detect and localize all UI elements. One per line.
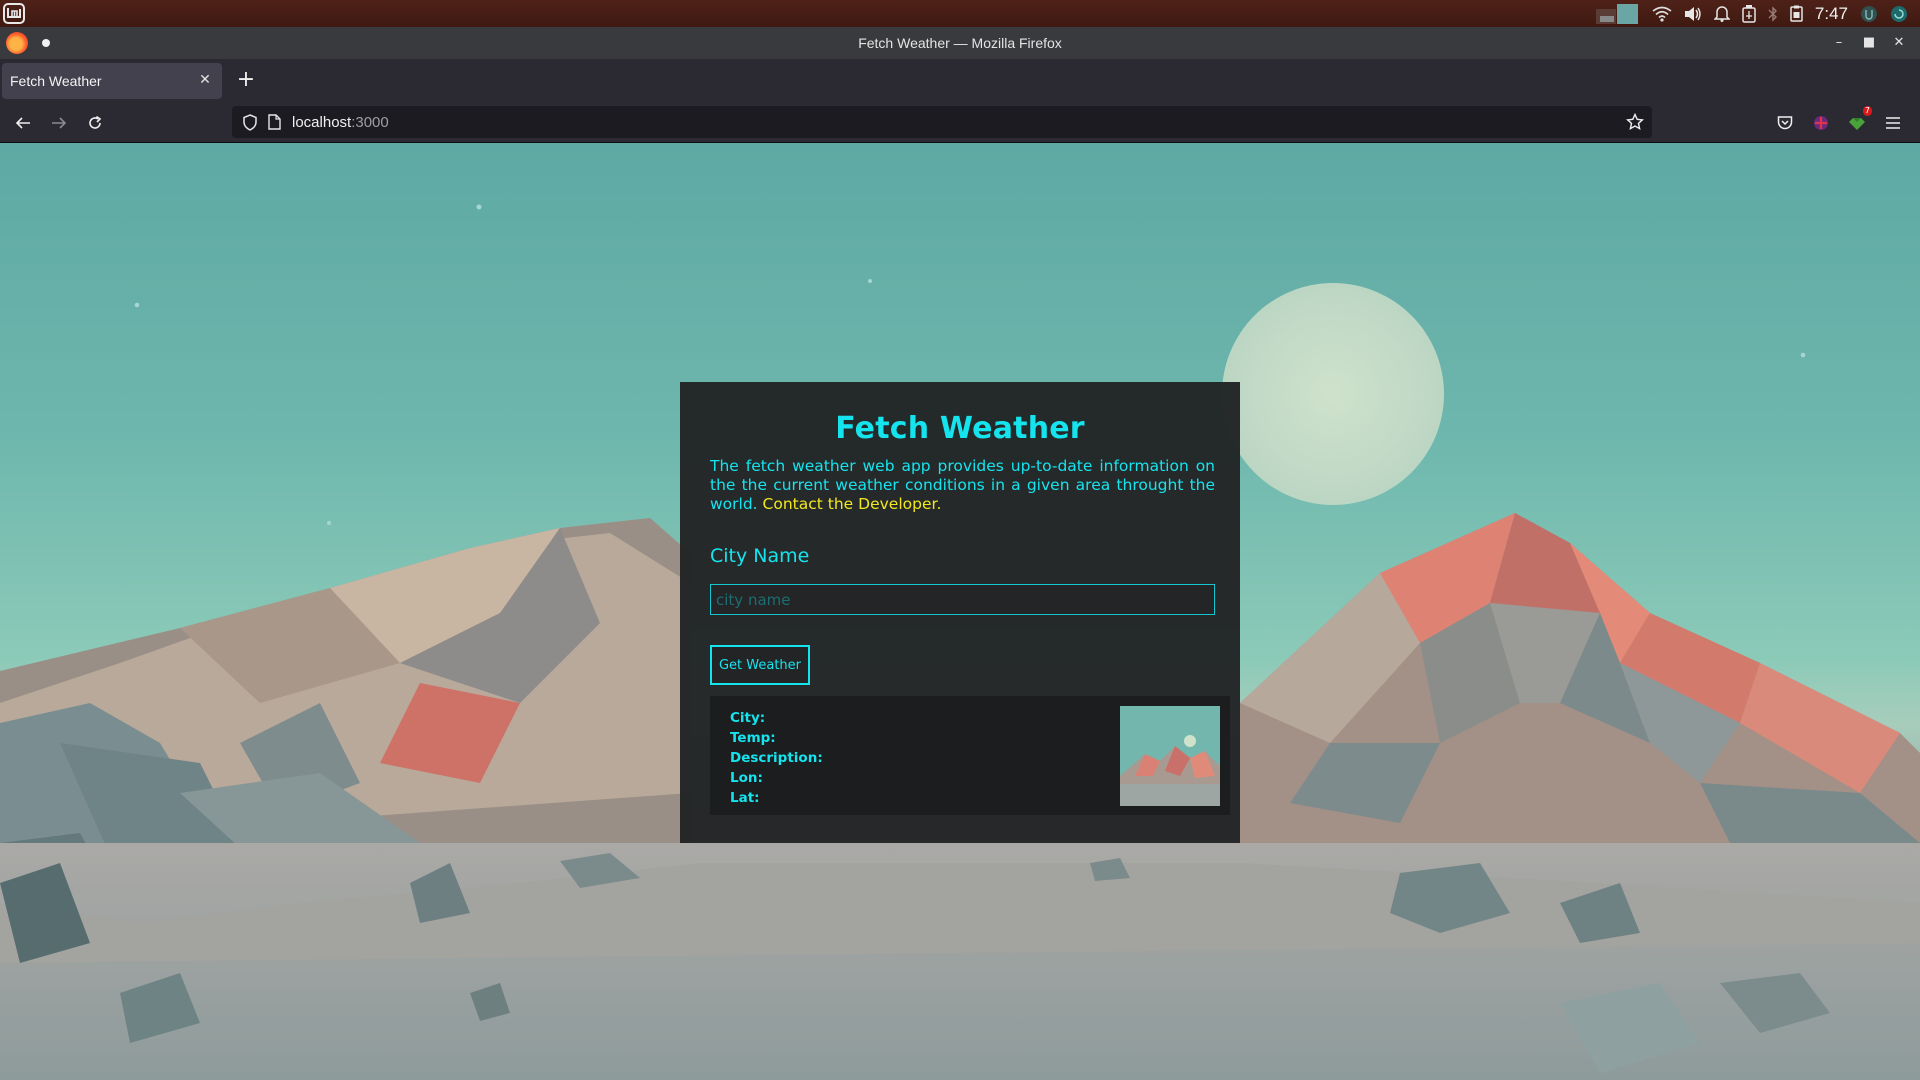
tracking-shield-icon[interactable] xyxy=(242,114,258,135)
bluetooth-icon[interactable] xyxy=(1768,5,1778,22)
tab-close-icon[interactable]: ✕ xyxy=(196,71,214,89)
volume-icon[interactable] xyxy=(1684,6,1702,22)
reload-icon xyxy=(89,115,102,129)
workspace-switcher[interactable] xyxy=(1595,3,1638,24)
wifi-icon[interactable] xyxy=(1652,6,1672,22)
forward-button[interactable] xyxy=(46,110,72,136)
extension-badge-count: 7 xyxy=(1862,106,1872,116)
update-icon[interactable] xyxy=(1860,5,1878,23)
result-description-label: Description: xyxy=(730,750,823,766)
url-text[interactable]: localhost:3000 xyxy=(292,114,389,131)
url-bar[interactable]: localhost:3000 xyxy=(232,106,1652,138)
result-lon-label: Lon: xyxy=(730,770,763,786)
mint-menu-icon[interactable] xyxy=(3,3,25,24)
page-viewport: Fetch Weather The fetch weather web app … xyxy=(0,143,1920,1080)
tab-title: Fetch Weather xyxy=(10,73,102,89)
pocket-icon[interactable] xyxy=(1772,110,1798,136)
back-arrow-icon xyxy=(15,117,30,129)
result-lat-label: Lat: xyxy=(730,790,760,806)
city-name-input[interactable] xyxy=(710,584,1215,615)
city-name-label: City Name xyxy=(710,545,810,567)
extension-vpn-icon[interactable] xyxy=(1808,110,1834,136)
back-button[interactable] xyxy=(10,110,36,136)
system-tray: 7:47 xyxy=(1595,0,1920,27)
tab-strip: Fetch Weather ✕ + xyxy=(0,59,1920,102)
reload-button[interactable] xyxy=(82,110,108,136)
extension-badge-icon[interactable]: 7 xyxy=(1844,106,1872,136)
weather-result-panel: City: Temp: Description: Lon: Lat: xyxy=(710,696,1230,815)
window-title: Fetch Weather — Mozilla Firefox xyxy=(858,35,1062,51)
weather-card: Fetch Weather The fetch weather web app … xyxy=(680,382,1240,843)
weather-thumbnail-image xyxy=(1120,706,1220,806)
close-icon[interactable]: ✕ xyxy=(1884,33,1914,53)
forward-arrow-icon xyxy=(52,117,67,129)
bookmark-star-icon[interactable] xyxy=(1625,112,1645,135)
page-info-icon[interactable] xyxy=(268,114,281,134)
window-controls: – ■ ✕ xyxy=(1824,33,1914,53)
clipboard-icon[interactable] xyxy=(1790,5,1803,22)
url-host: localhost xyxy=(292,114,352,131)
navigation-toolbar: localhost:3000 7 xyxy=(0,102,1920,143)
result-fields: City: Temp: Description: Lon: Lat: xyxy=(730,708,823,808)
battery-usb-icon[interactable] xyxy=(1742,4,1756,23)
extension-icons: 7 xyxy=(1762,106,1906,136)
result-city-label: City: xyxy=(730,710,766,726)
minimize-icon[interactable]: – xyxy=(1824,33,1854,53)
status-icon[interactable] xyxy=(1890,5,1908,23)
url-port: :3000 xyxy=(351,114,389,131)
system-panel: 7:47 xyxy=(0,0,1920,27)
bell-icon[interactable] xyxy=(1713,5,1730,22)
app-description: The fetch weather web app provides up-to… xyxy=(710,457,1215,514)
contact-developer-link[interactable]: Contact the Developer. xyxy=(763,495,942,513)
clock[interactable]: 7:47 xyxy=(1815,4,1848,24)
maximize-icon[interactable]: ■ xyxy=(1854,33,1884,53)
result-temp-label: Temp: xyxy=(730,730,776,746)
app-menu-icon[interactable] xyxy=(1880,110,1906,136)
window-titlebar: Fetch Weather — Mozilla Firefox – ■ ✕ xyxy=(0,27,1920,59)
get-weather-button[interactable]: Get Weather xyxy=(710,645,810,685)
new-tab-button[interactable]: + xyxy=(234,67,258,93)
app-title: Fetch Weather xyxy=(835,411,1085,446)
tab-fetch-weather[interactable]: Fetch Weather ✕ xyxy=(2,63,222,99)
